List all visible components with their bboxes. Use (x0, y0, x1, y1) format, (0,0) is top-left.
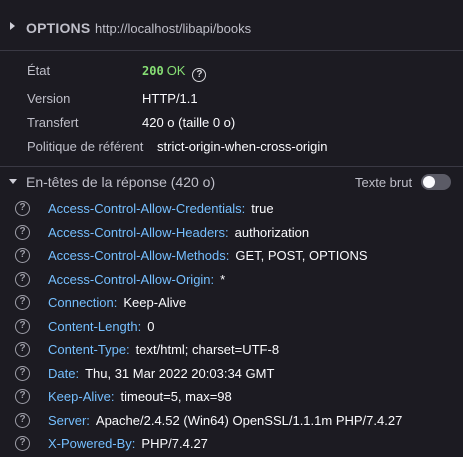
header-name: X-Powered-By: PHP/7.4.27 (48, 436, 208, 451)
header-row[interactable]: ? Access-Control-Allow-Origin: * (0, 268, 463, 292)
version-label: Version (27, 91, 71, 106)
header-value: Apache/2.4.52 (Win64) OpenSSL/1.1.1m PHP… (95, 412, 403, 428)
header-value: PHP/7.4.27 (141, 436, 208, 451)
header-name: Content-Length: 0 (48, 318, 155, 334)
status-code: 200 (142, 64, 164, 78)
header-name: Access-Control-Allow-Origin: * (48, 271, 226, 287)
header-value: * (220, 271, 226, 287)
version-row: Version HTTP/1.1 (0, 89, 463, 111)
divider (0, 50, 463, 51)
header-row[interactable]: ? Access-Control-Allow-Credentials: true (0, 197, 463, 221)
header-name: Date: Thu, 31 Mar 2022 20:03:34 GMT (48, 365, 275, 381)
header-row[interactable]: ? Server: Apache/2.4.52 (Win64) OpenSSL/1… (0, 409, 463, 433)
question-circle-icon[interactable]: ? (15, 342, 30, 357)
header-value: true (251, 201, 274, 216)
transfer-row: Transfert 420 o (taille 0 o) (0, 113, 463, 135)
header-name: Access-Control-Allow-Credentials: true (48, 201, 274, 216)
question-circle-icon[interactable]: ? (15, 318, 30, 334)
question-circle-icon[interactable]: ? (15, 412, 30, 428)
header-name: Keep-Alive: timeout=5, max=98 (48, 389, 232, 404)
request-url: http://localhost/libapi/books (95, 21, 252, 36)
status-text: OK (166, 63, 186, 78)
response-headers-title: En-têtes de la réponse (420 o) (26, 174, 216, 190)
request-method: OPTIONS (26, 20, 91, 36)
question-circle-icon[interactable]: ? (15, 389, 30, 404)
referrer-policy-label: Politique de référent (27, 139, 144, 154)
header-value: GET, POST, OPTIONS (235, 248, 368, 263)
referrer-policy-value: strict-origin-when-cross-origin (157, 139, 328, 154)
chevron-down-icon[interactable] (9, 179, 17, 184)
question-circle-icon[interactable]: ? (15, 201, 30, 216)
status-row: État 200 OK? (0, 61, 463, 83)
question-circle-icon[interactable]: ? (192, 68, 207, 82)
header-value: timeout=5, max=98 (120, 389, 232, 404)
raw-text-label: Texte brut (355, 175, 413, 190)
header-row[interactable]: ? Access-Control-Allow-Methods: GET, POST… (0, 244, 463, 268)
header-value: authorization (234, 224, 310, 240)
toggle-knob (423, 176, 435, 188)
network-request-details-panel: OPTIONS http://localhost/libapi/books Ét… (0, 0, 463, 457)
status-value: 200 OK? (142, 63, 207, 82)
header-row[interactable]: ? Content-Type: text/html; charset=UTF-8 (0, 338, 463, 362)
chevron-right-icon[interactable] (10, 22, 15, 30)
header-name: Access-Control-Allow-Methods: GET, POST, … (48, 248, 368, 263)
header-row[interactable]: ? Connection: Keep-Alive (0, 291, 463, 315)
question-circle-icon[interactable]: ? (15, 295, 30, 310)
raw-text-toggle[interactable] (421, 174, 451, 190)
response-headers-list: ? Access-Control-Allow-Credentials: true … (0, 197, 463, 456)
question-circle-icon[interactable]: ? (15, 271, 30, 287)
header-value: 0 (147, 318, 155, 334)
transfer-value: 420 o (taille 0 o) (142, 115, 236, 130)
header-row[interactable]: ? Keep-Alive: timeout=5, max=98 (0, 385, 463, 409)
header-name: Server: Apache/2.4.52 (Win64) OpenSSL/1.1… (48, 412, 403, 428)
question-circle-icon[interactable]: ? (15, 436, 30, 451)
status-label: État (27, 63, 51, 78)
header-row[interactable]: ? X-Powered-By: PHP/7.4.27 (0, 432, 463, 456)
header-row[interactable]: ? Content-Length: 0 (0, 315, 463, 339)
header-name: Connection: Keep-Alive (48, 295, 187, 310)
header-value: Thu, 31 Mar 2022 20:03:34 GMT (85, 365, 275, 381)
question-circle-icon[interactable]: ? (15, 224, 30, 240)
header-row[interactable]: ? Access-Control-Allow-Headers: authoriza… (0, 221, 463, 245)
header-row[interactable]: ? Date: Thu, 31 Mar 2022 20:03:34 GMT (0, 362, 463, 386)
response-headers-section-header[interactable]: En-têtes de la réponse (420 o) Texte bru… (0, 166, 463, 196)
question-circle-icon[interactable]: ? (15, 248, 30, 263)
header-value: text/html; charset=UTF-8 (135, 342, 280, 357)
version-value: HTTP/1.1 (142, 91, 198, 106)
header-name: Access-Control-Allow-Headers: authorizati… (48, 224, 310, 240)
transfer-label: Transfert (27, 115, 79, 130)
header-value: Keep-Alive (123, 295, 187, 310)
referrer-policy-row: Politique de référent strict-origin-when… (0, 137, 463, 159)
header-name: Content-Type: text/html; charset=UTF-8 (48, 342, 280, 357)
question-circle-icon[interactable]: ? (15, 365, 30, 381)
